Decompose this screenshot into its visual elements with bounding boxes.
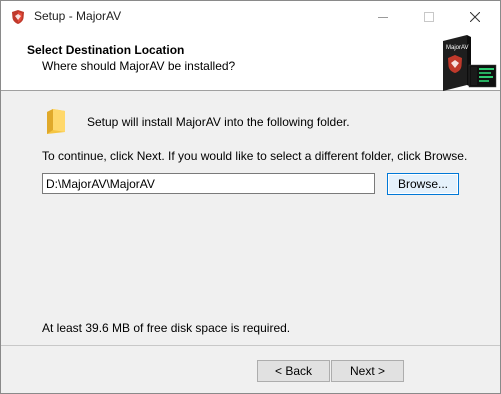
install-folder-text: Setup will install MajorAV into the foll…	[87, 115, 350, 129]
browse-button[interactable]: Browse...	[387, 173, 459, 195]
disk-space-text: At least 39.6 MB of free disk space is r…	[42, 321, 291, 335]
page-title: Select Destination Location	[27, 43, 185, 57]
wizard-body: Setup will install MajorAV into the foll…	[1, 91, 500, 345]
minimize-button[interactable]	[360, 1, 406, 32]
minimize-icon	[378, 16, 388, 18]
product-box-image: MajorAV	[443, 35, 497, 91]
back-button[interactable]: < Back	[257, 360, 330, 382]
title-bar[interactable]: Setup - MajorAV	[1, 1, 500, 32]
wizard-header: Select Destination Location Where should…	[1, 32, 500, 91]
destination-path-input[interactable]	[42, 173, 375, 194]
footer-divider	[1, 345, 500, 346]
window-title: Setup - MajorAV	[34, 9, 122, 23]
close-icon	[470, 11, 480, 22]
close-button[interactable]	[452, 1, 498, 32]
page-subtitle: Where should MajorAV be installed?	[42, 59, 236, 73]
setup-window: Setup - MajorAV Select Destination Locat…	[0, 0, 501, 394]
product-box-label: MajorAV	[446, 45, 469, 51]
continue-instructions: To continue, click Next. If you would li…	[42, 149, 468, 163]
next-button[interactable]: Next >	[331, 360, 404, 382]
folder-icon	[47, 109, 65, 134]
app-shield-icon	[12, 10, 24, 24]
maximize-button[interactable]	[406, 1, 452, 32]
maximize-icon	[424, 11, 434, 22]
